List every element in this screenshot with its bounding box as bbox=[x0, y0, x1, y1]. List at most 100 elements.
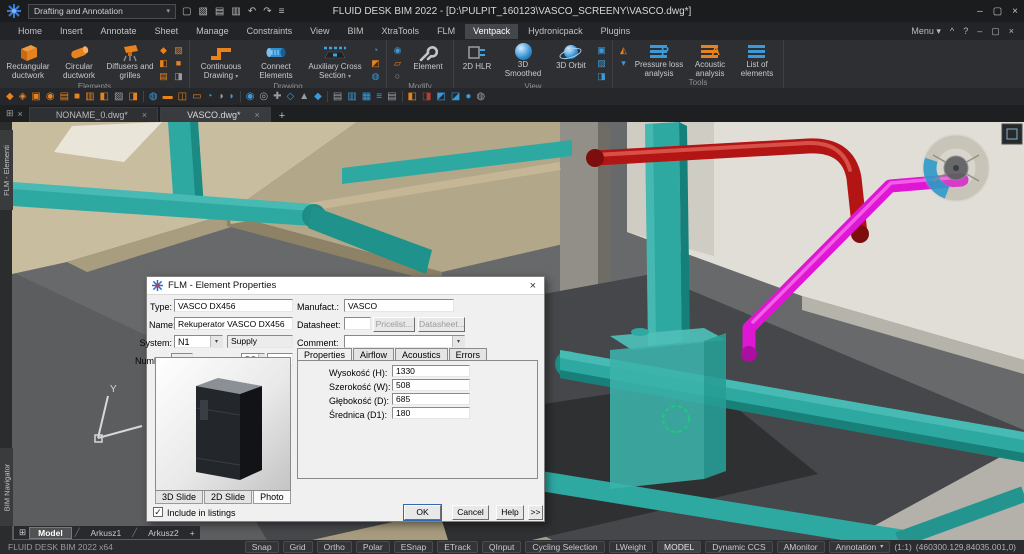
tool-icon[interactable]: ✚ bbox=[273, 88, 281, 105]
viewcube-widget[interactable] bbox=[1002, 124, 1022, 144]
amonitor-toggle[interactable]: AMonitor bbox=[777, 541, 825, 553]
palette-close-icon[interactable]: × bbox=[18, 109, 23, 119]
tool-icon[interactable]: ◎ bbox=[259, 88, 268, 105]
tool-icon[interactable]: ● bbox=[465, 88, 471, 105]
doc-close-button[interactable]: × bbox=[1009, 26, 1014, 36]
tool-icon[interactable]: ■ bbox=[74, 88, 80, 105]
tool-icon[interactable]: ◫ bbox=[178, 88, 187, 105]
lweight-toggle[interactable]: LWeight bbox=[609, 541, 653, 553]
layout-tab-arkusz1[interactable]: Arkusz1 bbox=[83, 528, 130, 538]
view-cube1-icon[interactable]: ▣ bbox=[595, 44, 608, 56]
fitting-icon[interactable]: ◆ bbox=[157, 44, 170, 56]
slide-tab-photo[interactable]: Photo bbox=[253, 491, 291, 504]
tool-icon[interactable]: ◔ bbox=[207, 88, 213, 105]
tool-icon[interactable]: ◈ bbox=[19, 88, 27, 105]
draw-aux2-icon[interactable]: ◩ bbox=[369, 57, 382, 69]
tab-plugins[interactable]: Plugins bbox=[593, 24, 639, 39]
bim-navigator-panel-tab[interactable]: BIM Navigator bbox=[0, 448, 13, 526]
diffusers-grilles-button[interactable]: Diffusers and grilles bbox=[106, 41, 154, 80]
doc-tab-noname[interactable]: NONAME_0.dwg* × bbox=[29, 107, 158, 122]
view-cube3-icon[interactable]: ◨ bbox=[595, 70, 608, 82]
modify-aux1-icon[interactable]: ◉ bbox=[391, 44, 404, 56]
tab-view[interactable]: View bbox=[302, 24, 337, 39]
workspace-selector[interactable]: Drafting and Annotation ▾ bbox=[28, 4, 176, 19]
tab-hydronicpack[interactable]: Hydronicpack bbox=[520, 24, 591, 39]
close-button[interactable]: × bbox=[1012, 6, 1018, 17]
ok-button[interactable]: OK bbox=[404, 505, 441, 520]
annotation-dropdown[interactable]: Annotation ▾ bbox=[829, 541, 891, 553]
connect-elements-button[interactable]: Connect Elements bbox=[251, 41, 301, 80]
ahu-icon[interactable]: ▤ bbox=[157, 70, 170, 82]
modify-aux3-icon[interactable]: ○ bbox=[391, 70, 404, 82]
flm-elements-panel-tab[interactable]: FLM - Elementi bbox=[0, 130, 13, 210]
close-tab-icon[interactable]: × bbox=[142, 110, 147, 120]
tool-icon[interactable]: ◩ bbox=[436, 88, 445, 105]
tool-icon[interactable]: ◗ bbox=[229, 88, 235, 105]
collapse-ribbon-icon[interactable]: ^ bbox=[950, 26, 954, 36]
sheet-set-icon[interactable]: ⊞ bbox=[6, 108, 14, 119]
more-commands-icon[interactable]: ≡ bbox=[279, 6, 285, 17]
tab-xtratools[interactable]: XtraTools bbox=[374, 24, 428, 39]
3d-orbit-button[interactable]: 3D Orbit bbox=[550, 41, 592, 71]
slide-tab-2d[interactable]: 2D Slide bbox=[204, 491, 252, 504]
minimize-button[interactable]: – bbox=[977, 6, 983, 17]
tab-manage[interactable]: Manage bbox=[188, 24, 237, 39]
new-file-icon[interactable]: ▢ bbox=[182, 6, 191, 17]
tool-icon[interactable]: ▥ bbox=[85, 88, 94, 105]
tab-constraints[interactable]: Constraints bbox=[239, 24, 301, 39]
import-icon[interactable]: ▤ bbox=[215, 6, 224, 17]
name-field[interactable] bbox=[174, 317, 293, 330]
snap-toggle[interactable]: Snap bbox=[245, 541, 279, 553]
new-tab-button[interactable]: + bbox=[273, 110, 291, 122]
tool-icon[interactable]: ◇ bbox=[287, 88, 295, 105]
flexduct-icon[interactable]: ▨ bbox=[172, 44, 185, 56]
grid-toggle[interactable]: Grid bbox=[283, 541, 313, 553]
tab-insert[interactable]: Insert bbox=[52, 24, 91, 39]
height-field[interactable] bbox=[392, 365, 470, 377]
save-icon[interactable]: ▥ bbox=[231, 6, 240, 17]
tab-flm[interactable]: FLM bbox=[429, 24, 463, 39]
circular-ductwork-button[interactable]: Circular ductwork bbox=[55, 41, 103, 80]
doc-minimize-button[interactable]: – bbox=[977, 26, 982, 36]
dialog-close-button[interactable]: × bbox=[527, 280, 539, 292]
auxiliary-cross-section-button[interactable]: Auxiliary Cross Section ▾ bbox=[304, 41, 366, 80]
silencer-icon[interactable]: ■ bbox=[172, 57, 185, 69]
tool-icon[interactable]: ▬ bbox=[163, 88, 173, 105]
rectangular-ductwork-button[interactable]: Rectangular ductwork bbox=[4, 41, 52, 80]
tool-icon[interactable]: ◑ bbox=[218, 88, 224, 105]
ortho-toggle[interactable]: Ortho bbox=[317, 541, 352, 553]
width-field[interactable] bbox=[392, 379, 470, 391]
tool-icon[interactable]: ▤ bbox=[333, 88, 342, 105]
type-field[interactable] bbox=[174, 299, 293, 312]
pressure-loss-analysis-button[interactable]: P Pressure loss analysis bbox=[633, 41, 685, 78]
manufact-field[interactable] bbox=[344, 299, 454, 312]
modify-aux2-icon[interactable]: ▱ bbox=[391, 57, 404, 69]
close-tab-icon[interactable]: × bbox=[254, 110, 259, 120]
tab-home[interactable]: Home bbox=[10, 24, 50, 39]
tool-icon[interactable]: ◧ bbox=[100, 88, 109, 105]
layout-tab-arkusz2[interactable]: Arkusz2 bbox=[140, 528, 187, 538]
list-of-elements-button[interactable]: List of elements bbox=[735, 41, 779, 78]
redo-icon[interactable]: ↷ bbox=[263, 6, 271, 17]
etrack-toggle[interactable]: ETrack bbox=[437, 541, 478, 553]
pricelist-button[interactable]: Pricelist... bbox=[373, 317, 415, 332]
tool-icon[interactable]: ▦ bbox=[362, 88, 371, 105]
draw-aux3-icon[interactable]: ◍ bbox=[369, 70, 382, 82]
tool-icon[interactable]: ◉ bbox=[246, 88, 255, 105]
dynamic-ccs-toggle[interactable]: Dynamic CCS bbox=[705, 541, 772, 553]
layout-tab-model[interactable]: Model bbox=[29, 527, 72, 539]
tool-icon[interactable]: ◆ bbox=[6, 88, 14, 105]
menu-button[interactable]: Menu ▾ bbox=[911, 26, 941, 37]
tool-icon[interactable]: ◍ bbox=[476, 88, 485, 105]
model-toggle[interactable]: MODEL bbox=[657, 541, 701, 553]
tool-icon[interactable]: ▲ bbox=[299, 88, 309, 105]
tool-icon[interactable]: ▨ bbox=[114, 88, 123, 105]
recuperator-unit[interactable] bbox=[610, 324, 726, 489]
diameter-field[interactable] bbox=[392, 407, 470, 419]
tool-icon[interactable]: ◉ bbox=[46, 88, 55, 105]
qinput-toggle[interactable]: QInput bbox=[482, 541, 522, 553]
slide-tab-3d[interactable]: 3D Slide bbox=[155, 491, 203, 504]
continuous-drawing-button[interactable]: Continuous Drawing ▾ bbox=[194, 41, 248, 80]
tool-icon[interactable]: ◨ bbox=[422, 88, 431, 105]
navigation-wheel[interactable] bbox=[922, 134, 990, 202]
